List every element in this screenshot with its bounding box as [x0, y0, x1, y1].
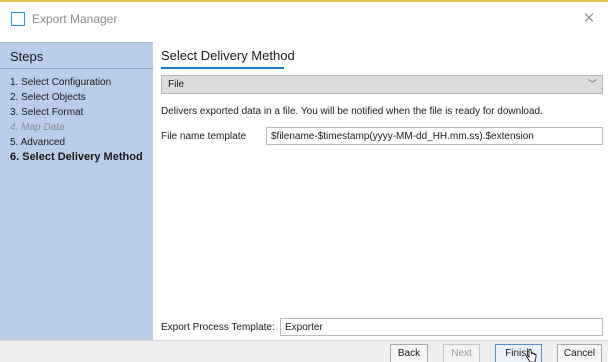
sidebar-divider [0, 68, 153, 69]
file-name-template-label: File name template [161, 131, 247, 142]
title-bar: Export Manager ✕ [0, 4, 608, 34]
step-select-configuration[interactable]: 1. Select Configuration [10, 75, 143, 90]
window-icon [11, 12, 25, 26]
cancel-button[interactable]: Cancel [557, 344, 602, 362]
steps-heading: Steps [10, 49, 44, 64]
next-button: Next [443, 344, 480, 362]
back-button[interactable]: Back [390, 344, 428, 362]
title-underline [161, 67, 284, 69]
chevron-down-icon: ﹀ [587, 79, 597, 89]
step-select-format[interactable]: 3. Select Format [10, 105, 143, 120]
export-process-template-label: Export Process Template: [161, 322, 275, 333]
finish-button[interactable]: Finish [495, 344, 542, 362]
wizard-footer: Back Next Finish Cancel [0, 340, 608, 362]
window-title: Export Manager [32, 12, 118, 26]
step-map-data: 4. Map Data [10, 122, 65, 133]
file-name-template-input[interactable] [266, 127, 603, 145]
steps-list: 1. Select Configuration 2. Select Object… [10, 75, 143, 165]
page-title: Select Delivery Method [161, 48, 295, 63]
steps-sidebar: Steps 1. Select Configuration 2. Select … [0, 42, 153, 340]
export-manager-window: Export Manager ✕ Steps 1. Select Configu… [0, 0, 608, 362]
export-process-template-input[interactable] [280, 318, 603, 336]
step-select-delivery-method[interactable]: 6. Select Delivery Method [10, 150, 143, 165]
delivery-method-select[interactable]: File ﹀ [161, 75, 603, 94]
step-select-objects[interactable]: 2. Select Objects [10, 90, 143, 105]
delivery-method-value: File [168, 79, 185, 90]
main-panel: Select Delivery Method File ﹀ Delivers e… [153, 42, 608, 340]
close-icon[interactable]: ✕ [578, 8, 600, 30]
step-advanced[interactable]: 5. Advanced [10, 135, 143, 150]
delivery-description: Delivers exported data in a file. You wi… [161, 106, 543, 117]
